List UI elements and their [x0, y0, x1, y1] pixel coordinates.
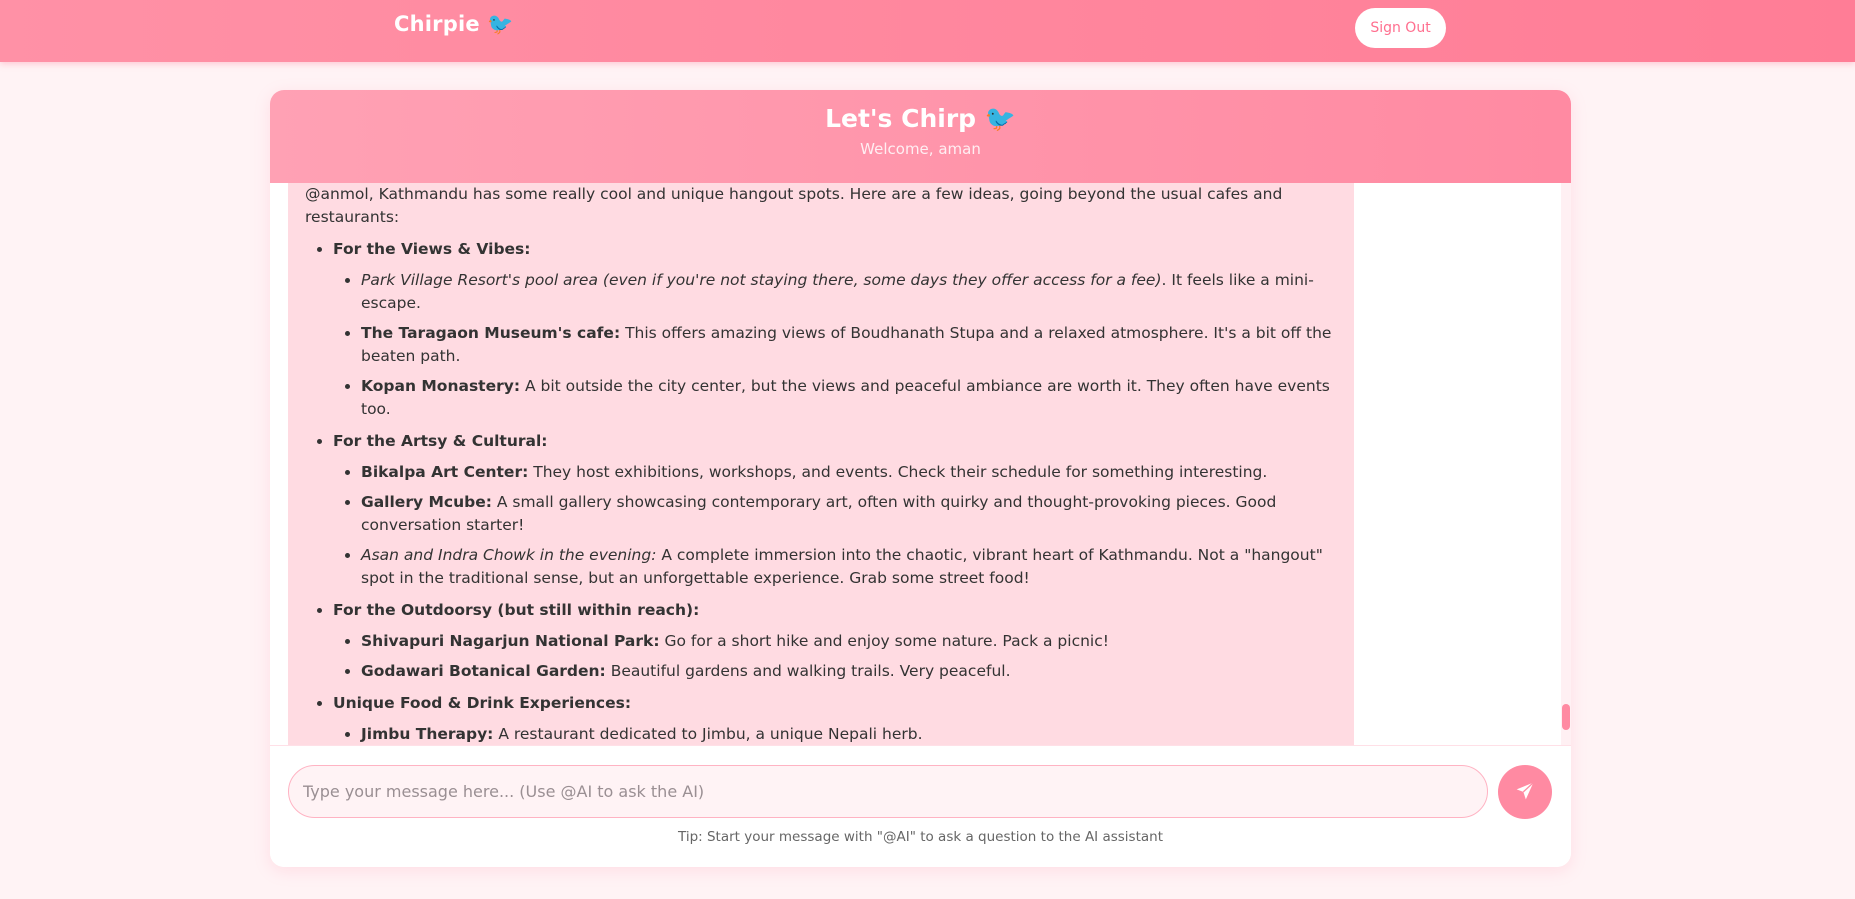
item-title: Gallery Mcube:: [361, 493, 492, 511]
list-item: The Taragaon Museum's cafe: This offers …: [361, 322, 1336, 368]
message-section: For the Views & Vibes: Park Village Resor…: [333, 238, 1336, 421]
list-item: Shivapuri Nagarjun National Park: Go for…: [361, 630, 1336, 653]
welcome-text: Welcome, aman: [860, 140, 981, 158]
item-title: Kopan Monastery:: [361, 377, 521, 395]
list-item: Jimbu Therapy: A restaurant dedicated to…: [361, 723, 1336, 745]
item-description: A small gallery showcasing contemporary …: [361, 493, 1277, 534]
section-heading: For the Artsy & Cultural:: [333, 432, 548, 450]
paper-plane-icon: [1515, 781, 1535, 804]
list-item: Kopan Monastery: A bit outside the city …: [361, 375, 1336, 421]
message-section: For the Outdoorsy (but still within reac…: [333, 599, 1336, 683]
list-item: Park Village Resort's pool area (even if…: [361, 269, 1336, 315]
item-title: Shivapuri Nagarjun National Park:: [361, 632, 660, 650]
chat-card: Let's Chirp 🐦 Welcome, aman @anmol, Kath…: [270, 90, 1571, 867]
brand-logo[interactable]: Chirpie 🐦: [394, 12, 514, 37]
message-intro: @anmol, Kathmandu has some really cool a…: [305, 185, 1283, 226]
section-item-list: Park Village Resort's pool area (even if…: [333, 269, 1336, 421]
section-item-list: Shivapuri Nagarjun National Park: Go for…: [333, 630, 1336, 683]
section-heading: For the Outdoorsy (but still within reac…: [333, 601, 700, 619]
item-title: Park Village Resort's pool area (even if…: [361, 271, 1162, 289]
message-section-list: For the Views & Vibes: Park Village Resor…: [305, 238, 1336, 745]
item-description: A restaurant dedicated to Jimbu, a uniqu…: [493, 725, 923, 743]
scrollbar-track[interactable]: [1561, 183, 1571, 745]
item-title: Godawari Botanical Garden:: [361, 662, 606, 680]
item-title: Asan and Indra Chowk in the evening:: [361, 546, 657, 564]
scrollbar-thumb[interactable]: [1562, 704, 1570, 730]
top-navbar: Chirpie 🐦 Sign Out: [0, 0, 1855, 62]
message-section: Unique Food & Drink Experiences: Jimbu Th…: [333, 692, 1336, 745]
item-title: Bikalpa Art Center:: [361, 463, 529, 481]
item-title: Jimbu Therapy:: [361, 725, 494, 743]
item-description: Beautiful gardens and walking trails. Ve…: [605, 662, 1011, 680]
item-title: The Taragaon Museum's cafe:: [361, 324, 621, 342]
message-input[interactable]: [288, 765, 1488, 818]
chat-title: Let's Chirp 🐦: [825, 104, 1016, 133]
message-composer: Tip: Start your message with "@AI" to as…: [270, 745, 1571, 867]
section-heading: For the Views & Vibes:: [333, 240, 531, 258]
list-item: Asan and Indra Chowk in the evening: A c…: [361, 544, 1336, 590]
tip-text: Tip: Start your message with "@AI" to as…: [677, 829, 1163, 845]
item-description: Go for a short hike and enjoy some natur…: [659, 632, 1109, 650]
chat-header: Let's Chirp 🐦 Welcome, aman: [270, 90, 1571, 183]
message-list[interactable]: @anmol, Kathmandu has some really cool a…: [270, 183, 1571, 745]
item-description: They host exhibitions, workshops, and ev…: [528, 463, 1268, 481]
list-item: Gallery Mcube: A small gallery showcasin…: [361, 491, 1336, 537]
sign-out-button[interactable]: Sign Out: [1355, 8, 1446, 48]
section-heading: Unique Food & Drink Experiences:: [333, 694, 632, 712]
list-item: Bikalpa Art Center: They host exhibition…: [361, 461, 1336, 484]
send-button[interactable]: [1498, 765, 1552, 819]
message-section: For the Artsy & Cultural: Bikalpa Art Cen…: [333, 430, 1336, 590]
section-item-list: Jimbu Therapy: A restaurant dedicated to…: [333, 723, 1336, 745]
ai-message-bubble: @anmol, Kathmandu has some really cool a…: [288, 183, 1354, 745]
list-item: Godawari Botanical Garden: Beautiful gar…: [361, 660, 1336, 683]
section-item-list: Bikalpa Art Center: They host exhibition…: [333, 461, 1336, 590]
